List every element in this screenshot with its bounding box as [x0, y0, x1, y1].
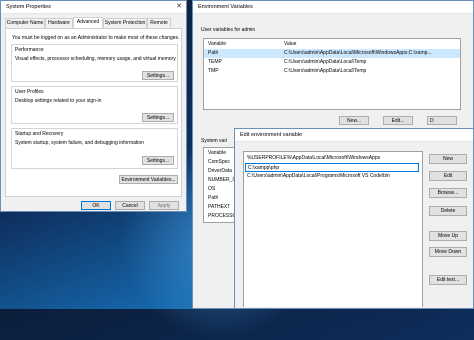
- system-var-name[interactable]: PROCESSO: [208, 213, 236, 219]
- system-var-name[interactable]: NUMBER_O: [208, 177, 236, 183]
- startup-recovery-title: Startup and Recovery: [15, 131, 64, 137]
- new-button[interactable]: New: [429, 154, 467, 164]
- path-entry[interactable]: %USERPROFILE%\AppData\Local\Microsoft\Wi…: [247, 155, 380, 161]
- user-var-name[interactable]: TEMP: [208, 59, 222, 65]
- path-entry[interactable]: C:\Users\admin\AppData\Local\Programs\Mi…: [247, 173, 390, 179]
- performance-title: Performance: [15, 47, 44, 53]
- edit-text-button[interactable]: Edit text...: [429, 275, 467, 285]
- environment-variables-titlebar: Environment Variables: [193, 1, 473, 14]
- tab-remote[interactable]: Remote: [147, 18, 171, 28]
- tab-panel: You must be logged on as an Administrato…: [5, 28, 182, 197]
- user-delete-button[interactable]: D: [427, 116, 457, 125]
- admin-note: You must be logged on as an Administrato…: [12, 35, 180, 41]
- user-profiles-title: User Profiles: [15, 89, 44, 95]
- user-var-value: C:\Users\admin\AppData\Local\Temp: [284, 59, 367, 65]
- user-new-button[interactable]: New...: [339, 116, 369, 125]
- cancel-button[interactable]: Cancel: [115, 201, 145, 210]
- startup-recovery-text: System startup, system failure, and debu…: [15, 140, 144, 146]
- system-var-name[interactable]: OS: [208, 186, 215, 192]
- environment-variables-button[interactable]: Environment Variables...: [119, 175, 178, 184]
- performance-settings-button[interactable]: Settings...: [142, 71, 174, 80]
- system-var-name[interactable]: DriverData: [208, 168, 232, 174]
- user-profiles-text: Desktop settings related to your sign-in: [15, 98, 102, 104]
- startup-recovery-settings-button[interactable]: Settings...: [142, 156, 174, 165]
- edit-environment-variable-dialog: Edit environment variable %USERPROFILE%\…: [234, 128, 474, 309]
- system-var-name[interactable]: ComSpec: [208, 159, 230, 165]
- tab-computer-name[interactable]: Computer Name: [5, 18, 45, 28]
- system-properties-titlebar: System Properties ✕: [1, 1, 186, 14]
- apply-button[interactable]: Apply: [149, 201, 179, 210]
- window-title: Environment Variables: [198, 3, 253, 10]
- user-var-name[interactable]: TMP: [208, 68, 219, 74]
- browse-button[interactable]: Browse...: [429, 188, 467, 198]
- performance-group: Performance Visual effects, processor sc…: [11, 44, 178, 82]
- path-entry-edit-text: C:\xampp\php: [248, 165, 280, 171]
- path-entries-list: %USERPROFILE%\AppData\Local\Microsoft\Wi…: [243, 151, 423, 307]
- close-icon[interactable]: ✕: [176, 2, 182, 10]
- user-variables-label: User variables for admin: [201, 27, 256, 33]
- system-variables-label: System vari: [201, 138, 228, 144]
- tab-system-protection[interactable]: System Protection: [103, 18, 147, 28]
- col-variable-header: Variable: [208, 41, 226, 47]
- user-var-value: C:\Users\admin\AppData\Local\Microsoft\W…: [284, 50, 432, 56]
- system-var-name[interactable]: Path: [208, 195, 218, 201]
- user-profiles-group: User Profiles Desktop settings related t…: [11, 86, 178, 124]
- user-variables-list: Variable Value Path C:\Users\admin\AppDa…: [203, 38, 461, 110]
- system-col-variable-header: Variable: [208, 150, 226, 156]
- edit-button[interactable]: Edit: [429, 171, 467, 181]
- move-up-button[interactable]: Move Up: [429, 231, 467, 241]
- user-var-name: Path: [208, 50, 219, 56]
- tab-advanced[interactable]: Advanced: [73, 17, 103, 28]
- system-properties-window: System Properties ✕ Computer Name Hardwa…: [0, 0, 187, 212]
- edit-env-titlebar: Edit environment variable: [235, 129, 473, 142]
- dialog-title: Edit environment variable: [240, 131, 303, 138]
- user-profiles-settings-button[interactable]: Settings...: [142, 113, 174, 122]
- path-entry-edit-input[interactable]: C:\xampp\php: [245, 163, 419, 172]
- col-value-header: Value: [284, 41, 297, 47]
- startup-recovery-group: Startup and Recovery System startup, sys…: [11, 128, 178, 169]
- performance-text: Visual effects, processor scheduling, me…: [15, 56, 176, 62]
- user-var-value: C:\Users\admin\AppData\Local\Temp: [284, 68, 367, 74]
- move-down-button[interactable]: Move Down: [429, 247, 467, 257]
- delete-button[interactable]: Delete: [429, 206, 467, 216]
- user-edit-button[interactable]: Edit...: [383, 116, 413, 125]
- window-title: System Properties: [6, 3, 51, 10]
- ok-button[interactable]: OK: [81, 201, 111, 210]
- tab-hardware[interactable]: Hardware: [45, 18, 73, 28]
- system-var-name[interactable]: PATHEXT: [208, 204, 230, 210]
